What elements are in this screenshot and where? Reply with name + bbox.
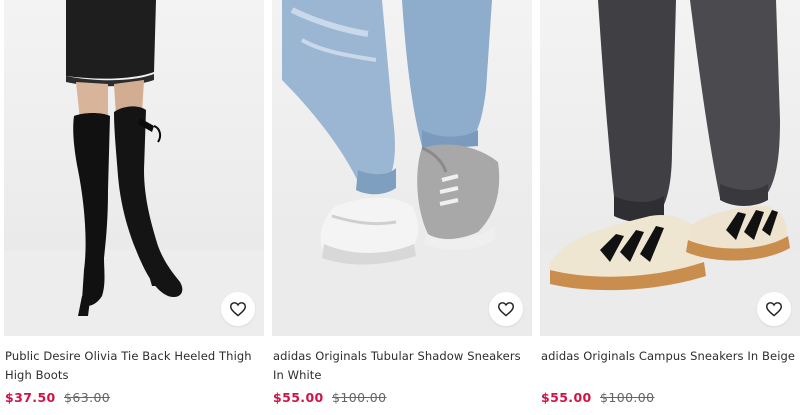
product-card[interactable]: adidas Originals Campus Sneakers In Beig… [540,0,800,415]
wishlist-button[interactable] [757,292,791,326]
product-grid: Public Desire Olivia Tie Back Heeled Thi… [0,0,800,415]
sale-price: $55.00 [273,390,324,405]
wishlist-button[interactable] [221,292,255,326]
product-card[interactable]: Public Desire Olivia Tie Back Heeled Thi… [4,0,264,415]
product-image[interactable] [540,0,800,336]
heart-outline-icon [765,302,783,317]
sale-price: $55.00 [541,390,592,405]
product-prices: $55.00 $100.00 [541,390,655,405]
product-title[interactable]: adidas Originals Tubular Shadow Sneakers… [273,347,529,385]
product-prices: $55.00 $100.00 [273,390,387,405]
heart-outline-icon [497,302,515,317]
product-title[interactable]: Public Desire Olivia Tie Back Heeled Thi… [5,347,261,385]
sale-price: $37.50 [5,390,56,405]
original-price: $63.00 [64,390,111,405]
product-image[interactable] [4,0,264,336]
product-card[interactable]: adidas Originals Tubular Shadow Sneakers… [272,0,532,415]
wishlist-button[interactable] [489,292,523,326]
product-prices: $37.50 $63.00 [5,390,110,405]
original-price: $100.00 [332,390,387,405]
product-image[interactable] [272,0,532,336]
original-price: $100.00 [600,390,655,405]
product-title[interactable]: adidas Originals Campus Sneakers In Beig… [541,347,797,366]
heart-outline-icon [229,302,247,317]
